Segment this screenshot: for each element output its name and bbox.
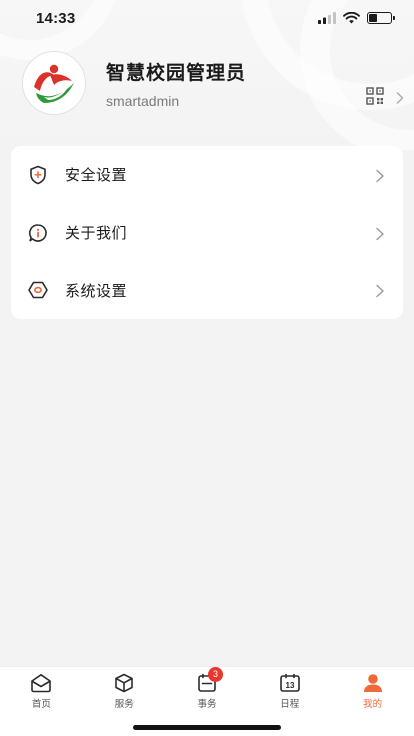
status-time: 14:33: [36, 9, 76, 27]
menu-item-about-us[interactable]: 关于我们: [11, 204, 403, 262]
menu-item-label: 关于我们: [65, 224, 128, 243]
menu-item-label: 安全设置: [65, 166, 128, 185]
tab-label: 我的: [363, 699, 383, 710]
tab-label: 日程: [280, 699, 300, 710]
info-bubble-icon: [27, 222, 49, 244]
profile-header: 智慧校园管理员 smartadmin: [22, 51, 404, 115]
qr-code-icon: [366, 87, 384, 109]
affairs-icon: 3: [196, 667, 223, 694]
chevron-right-icon: [396, 89, 404, 108]
school-logo-icon: [34, 64, 74, 103]
tab-affairs[interactable]: 3 事务: [166, 667, 249, 711]
tab-label: 事务: [197, 699, 217, 710]
profile-name: 智慧校园管理员: [106, 61, 247, 84]
tab-label: 首页: [31, 699, 51, 710]
status-icons: [318, 9, 395, 28]
home-icon: [30, 672, 52, 694]
battery-icon: [367, 12, 395, 24]
avatar[interactable]: [22, 51, 86, 115]
tab-mine[interactable]: 我的: [331, 672, 414, 711]
cellular-signal-icon: [318, 9, 336, 28]
cube-icon: [113, 672, 135, 694]
wifi-icon: [343, 9, 360, 28]
calendar-icon: 13: [279, 672, 301, 694]
tab-services[interactable]: 服务: [83, 672, 166, 711]
chevron-right-icon: [375, 226, 385, 240]
bottom-tab-bar: 首页 服务 3 事务 13 日程 我的: [0, 666, 414, 736]
chevron-right-icon: [375, 283, 385, 298]
chevron-right-icon: [375, 168, 385, 183]
status-bar: 14:33: [0, 0, 414, 36]
shield-plus-icon: [27, 164, 49, 186]
tab-schedule[interactable]: 13 日程: [248, 672, 331, 711]
profile-username: smartadmin: [106, 92, 180, 109]
notification-badge: 3: [207, 667, 223, 682]
calendar-date: 13: [285, 681, 294, 690]
menu-item-security-settings[interactable]: 安全设置: [11, 146, 403, 204]
settings-menu-card: 安全设置 关于我们 系统设置: [11, 146, 403, 319]
tab-home[interactable]: 首页: [0, 672, 83, 711]
person-icon: [362, 672, 384, 694]
menu-item-system-settings[interactable]: 系统设置: [11, 261, 403, 319]
qr-code-button[interactable]: [366, 87, 404, 109]
hexagon-settings-icon: [27, 279, 49, 301]
home-indicator[interactable]: [133, 725, 281, 730]
profile-text: 智慧校园管理员 smartadmin: [106, 58, 366, 109]
menu-item-label: 系统设置: [65, 281, 128, 300]
tab-label: 服务: [114, 699, 134, 710]
